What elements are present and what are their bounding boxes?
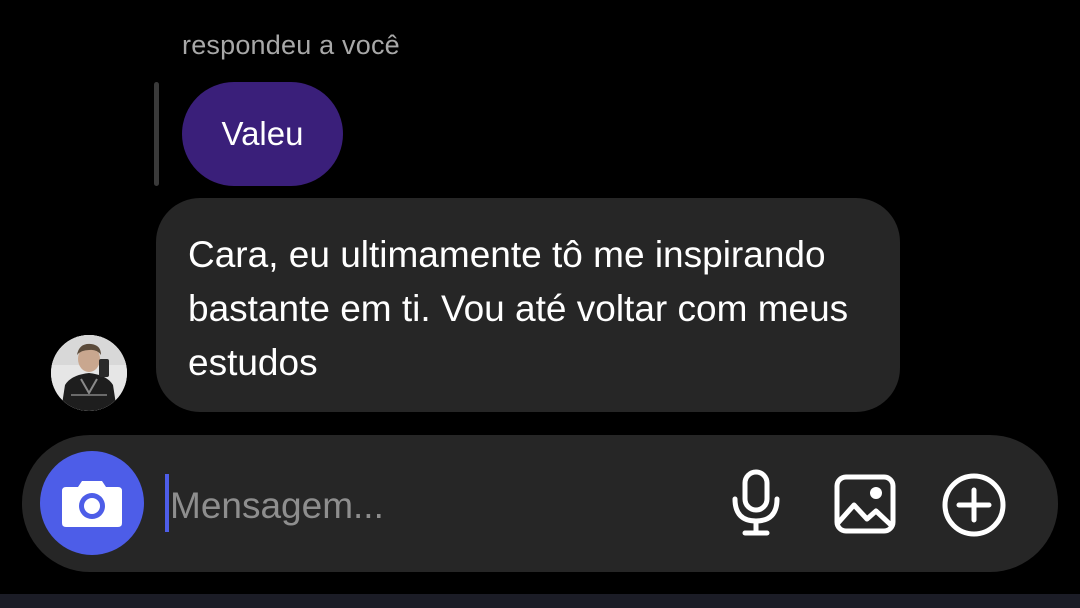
message-text: Cara, eu ultimamente tô me inspirando ba… (188, 234, 849, 383)
replied-message-bubble[interactable]: Valeu (182, 82, 343, 186)
avatar[interactable] (51, 335, 127, 411)
message-bubble[interactable]: Cara, eu ultimamente tô me inspirando ba… (156, 198, 900, 412)
camera-button[interactable] (40, 451, 144, 555)
microphone-button[interactable] (724, 468, 788, 538)
plus-circle-icon (942, 473, 1006, 537)
reply-header: respondeu a você (182, 30, 400, 60)
gallery-button[interactable] (832, 472, 898, 536)
message-input[interactable] (170, 478, 690, 534)
text-caret (165, 474, 169, 532)
image-gallery-icon (834, 474, 896, 534)
avatar-image (51, 335, 127, 411)
reply-quote-bar (154, 82, 159, 186)
replied-message-text: Valeu (221, 115, 304, 152)
camera-icon (62, 481, 122, 527)
microphone-icon (732, 469, 780, 536)
add-button[interactable] (940, 471, 1008, 539)
bottom-navigation-bar (0, 594, 1080, 608)
